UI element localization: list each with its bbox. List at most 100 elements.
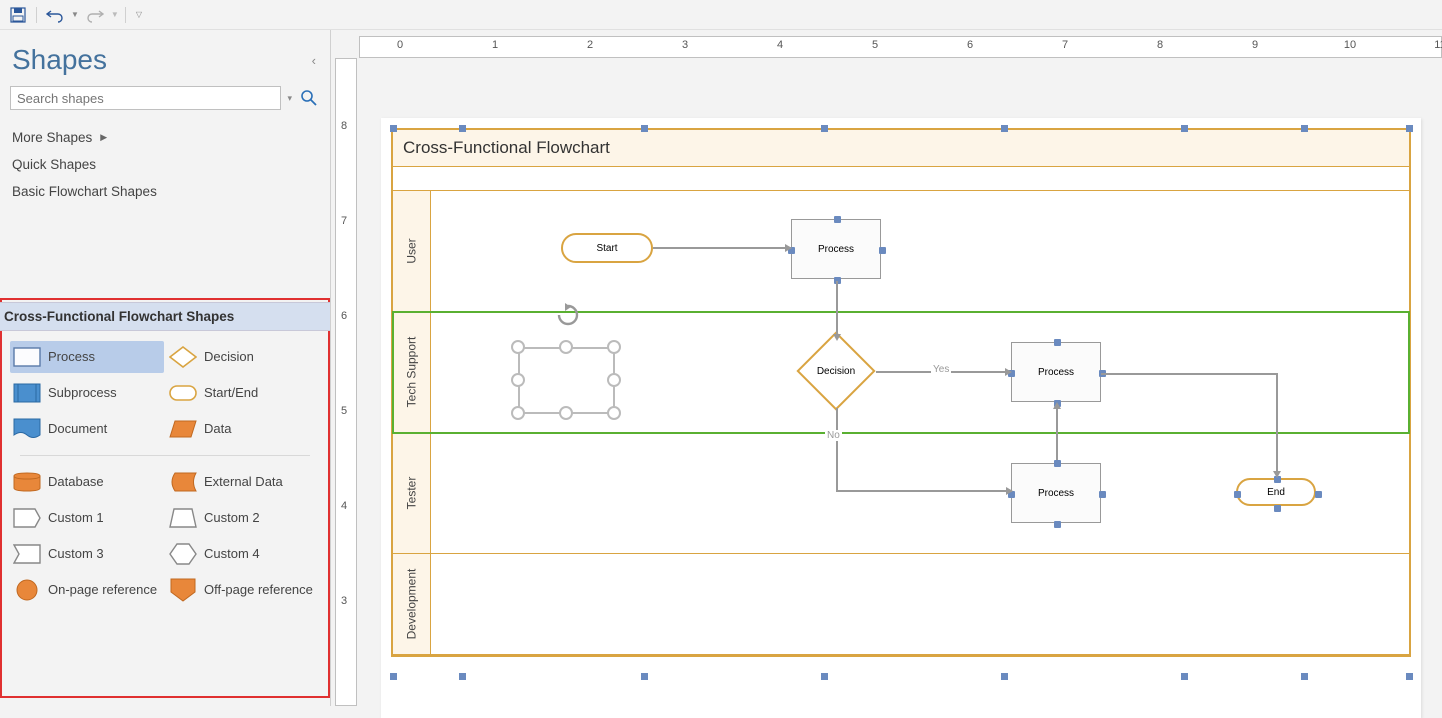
shape-subprocess[interactable]: Subprocess bbox=[10, 377, 164, 409]
shape-offpage-reference[interactable]: Off-page reference bbox=[166, 574, 320, 606]
startend-shape-icon bbox=[168, 381, 198, 405]
basic-flowchart-category[interactable]: Basic Flowchart Shapes bbox=[12, 178, 320, 205]
cross-functional-category[interactable]: Cross-Functional Flowchart Shapes bbox=[0, 302, 330, 331]
connector[interactable] bbox=[836, 281, 838, 336]
shape-label: Document bbox=[48, 422, 107, 436]
selection-handle[interactable] bbox=[390, 673, 397, 680]
process-node-1[interactable]: Process bbox=[791, 219, 881, 279]
connection-point[interactable] bbox=[834, 216, 841, 223]
selection-handle[interactable] bbox=[459, 673, 466, 680]
selection-handle[interactable] bbox=[1181, 125, 1188, 132]
selection-handle[interactable] bbox=[1406, 673, 1413, 680]
undo-dropdown[interactable]: ▼ bbox=[71, 10, 79, 19]
shape-startend[interactable]: Start/End bbox=[166, 377, 320, 409]
selection-handle[interactable] bbox=[821, 125, 828, 132]
decision-node[interactable]: Decision bbox=[796, 336, 876, 406]
shape-document[interactable]: Document bbox=[10, 413, 164, 445]
connection-point[interactable] bbox=[1234, 491, 1241, 498]
canvas-area[interactable]: 0 1 2 3 4 5 6 7 8 9 10 11 8 7 6 5 4 3 bbox=[331, 30, 1442, 706]
save-button[interactable] bbox=[6, 3, 30, 27]
selection-handle[interactable] bbox=[641, 125, 648, 132]
redo-dropdown[interactable]: ▼ bbox=[111, 10, 119, 19]
connection-point[interactable] bbox=[1054, 521, 1061, 528]
connector-no[interactable] bbox=[836, 490, 1012, 492]
shape-being-placed[interactable] bbox=[511, 340, 621, 420]
connector[interactable] bbox=[653, 247, 787, 249]
search-icon[interactable] bbox=[298, 87, 320, 109]
connector-no[interactable] bbox=[836, 408, 838, 490]
connector-label-yes: Yes bbox=[931, 364, 951, 375]
quick-shapes-category[interactable]: Quick Shapes bbox=[12, 151, 320, 178]
selection-handle[interactable] bbox=[1301, 125, 1308, 132]
search-shapes-input[interactable] bbox=[10, 86, 281, 110]
connector[interactable] bbox=[1101, 373, 1277, 375]
resize-handle[interactable] bbox=[607, 373, 621, 387]
resize-handle[interactable] bbox=[607, 406, 621, 420]
main-area: Shapes ‹ ▾ More Shapes ▶ Quick Shapes Ba… bbox=[0, 30, 1442, 706]
connection-point[interactable] bbox=[1274, 505, 1281, 512]
resize-handle[interactable] bbox=[511, 340, 525, 354]
selection-handle[interactable] bbox=[641, 673, 648, 680]
shape-data[interactable]: Data bbox=[166, 413, 320, 445]
undo-button[interactable] bbox=[43, 3, 67, 27]
process-node-2[interactable]: Process bbox=[1011, 342, 1101, 402]
shape-custom3[interactable]: Custom 3 bbox=[10, 538, 164, 570]
selection-handle[interactable] bbox=[821, 673, 828, 680]
resize-handle[interactable] bbox=[559, 406, 573, 420]
resize-handle[interactable] bbox=[511, 373, 525, 387]
shape-label: Custom 4 bbox=[204, 547, 260, 561]
search-dropdown[interactable]: ▾ bbox=[283, 93, 296, 104]
resize-handle[interactable] bbox=[607, 340, 621, 354]
start-node[interactable]: Start bbox=[561, 233, 653, 263]
process-node-3[interactable]: Process bbox=[1011, 463, 1101, 523]
rotate-handle-icon[interactable] bbox=[555, 302, 581, 328]
selection-handle[interactable] bbox=[1406, 125, 1413, 132]
shape-stencil-highlighted: Cross-Functional Flowchart Shapes Proces… bbox=[0, 298, 330, 698]
shape-onpage-reference[interactable]: On-page reference bbox=[10, 574, 164, 606]
selection-handle[interactable] bbox=[390, 125, 397, 132]
connection-point[interactable] bbox=[1099, 491, 1106, 498]
custom1-shape-icon bbox=[12, 506, 42, 530]
more-shapes-category[interactable]: More Shapes ▶ bbox=[12, 124, 320, 151]
lane-tester[interactable]: Tester Process End bbox=[393, 433, 1409, 554]
ruler-tick: 2 bbox=[587, 39, 593, 51]
ruler-tick: 5 bbox=[872, 39, 878, 51]
arrow-head-icon bbox=[833, 334, 841, 341]
data-shape-icon bbox=[168, 417, 198, 441]
shape-database[interactable]: Database bbox=[10, 466, 164, 498]
connector[interactable] bbox=[1056, 408, 1058, 460]
ruler-tick: 3 bbox=[682, 39, 688, 51]
shape-custom2[interactable]: Custom 2 bbox=[166, 502, 320, 534]
end-node[interactable]: End bbox=[1236, 478, 1316, 506]
collapse-panel-button[interactable]: ‹ bbox=[312, 53, 320, 68]
shape-process[interactable]: Process bbox=[10, 341, 164, 373]
ruler-tick: 4 bbox=[777, 39, 783, 51]
selection-handle[interactable] bbox=[459, 125, 466, 132]
drawing-canvas[interactable]: Cross-Functional Flowchart User Start Pr… bbox=[381, 118, 1421, 718]
customize-qa-dropdown[interactable]: ▽ bbox=[132, 10, 142, 19]
selection-handle[interactable] bbox=[1001, 125, 1008, 132]
shape-label: Start/End bbox=[204, 386, 258, 400]
lane-development[interactable]: Development bbox=[393, 554, 1409, 655]
connection-point[interactable] bbox=[1054, 460, 1061, 467]
ruler-tick: 3 bbox=[341, 595, 347, 607]
shape-decision[interactable]: Decision bbox=[166, 341, 320, 373]
node-label: Decision bbox=[817, 366, 855, 377]
connection-point[interactable] bbox=[1315, 491, 1322, 498]
shape-label: Process bbox=[48, 350, 95, 364]
shape-external-data[interactable]: External Data bbox=[166, 466, 320, 498]
shape-custom1[interactable]: Custom 1 bbox=[10, 502, 164, 534]
selection-handle[interactable] bbox=[1301, 673, 1308, 680]
redo-button[interactable] bbox=[83, 3, 107, 27]
selection-handle[interactable] bbox=[1181, 673, 1188, 680]
selection-handle[interactable] bbox=[1001, 673, 1008, 680]
resize-handle[interactable] bbox=[511, 406, 525, 420]
connection-point[interactable] bbox=[879, 247, 886, 254]
connector[interactable] bbox=[1276, 373, 1278, 473]
separator bbox=[125, 7, 126, 23]
connection-point[interactable] bbox=[1054, 339, 1061, 346]
shape-custom4[interactable]: Custom 4 bbox=[166, 538, 320, 570]
resize-handle[interactable] bbox=[559, 340, 573, 354]
lane-user[interactable]: User Start Process bbox=[393, 191, 1409, 312]
swimlane-title[interactable]: Cross-Functional Flowchart bbox=[393, 130, 1409, 167]
